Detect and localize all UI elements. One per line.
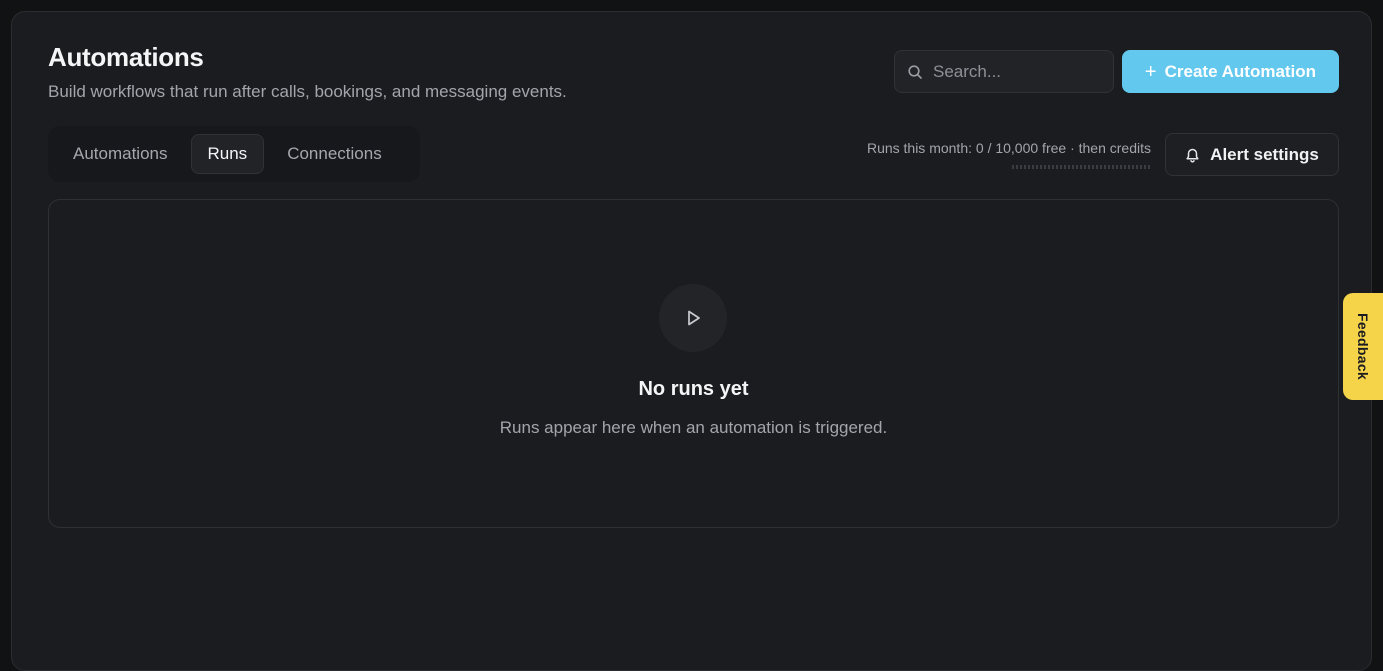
usage-summary: Runs this month: 0 / 10,000 free · then … <box>866 140 1151 156</box>
tab-label: Connections <box>287 144 382 163</box>
empty-state-title: No runs yet <box>638 378 749 400</box>
plus-icon: + <box>1144 60 1157 83</box>
search-input[interactable] <box>933 51 1103 92</box>
alert-settings-label: Alert settings <box>1210 144 1319 164</box>
usage-progress-bar <box>1012 165 1152 169</box>
tab-connections[interactable]: Connections <box>270 134 399 174</box>
alert-settings-button[interactable]: Alert settings <box>1165 133 1339 176</box>
play-icon <box>688 310 700 326</box>
empty-state-description: Runs appear here when an automation is t… <box>499 418 888 437</box>
tab-automations[interactable]: Automations <box>56 134 185 174</box>
create-automation-label: Create Automation <box>1164 61 1317 81</box>
tab-runs[interactable]: Runs <box>190 134 265 174</box>
search-icon <box>908 65 922 79</box>
create-automation-button[interactable]: + Create Automation <box>1122 50 1339 93</box>
runs-panel: No runs yet Runs appear here when an aut… <box>48 199 1339 528</box>
tab-bar: Automations Runs Connections <box>48 126 420 182</box>
search-box[interactable] <box>894 50 1114 93</box>
tab-label: Automations <box>73 144 168 163</box>
page-title: Automations <box>48 42 204 72</box>
bell-icon <box>1186 148 1199 163</box>
feedback-tab[interactable]: Feedback <box>1343 293 1383 400</box>
empty-state-icon-circle <box>659 284 727 352</box>
automations-page: Automations Build workflows that run aft… <box>11 11 1372 671</box>
tab-label: Runs <box>207 144 248 163</box>
feedback-label: Feedback <box>1355 313 1371 380</box>
page-subtitle: Build workflows that run after calls, bo… <box>48 82 567 101</box>
